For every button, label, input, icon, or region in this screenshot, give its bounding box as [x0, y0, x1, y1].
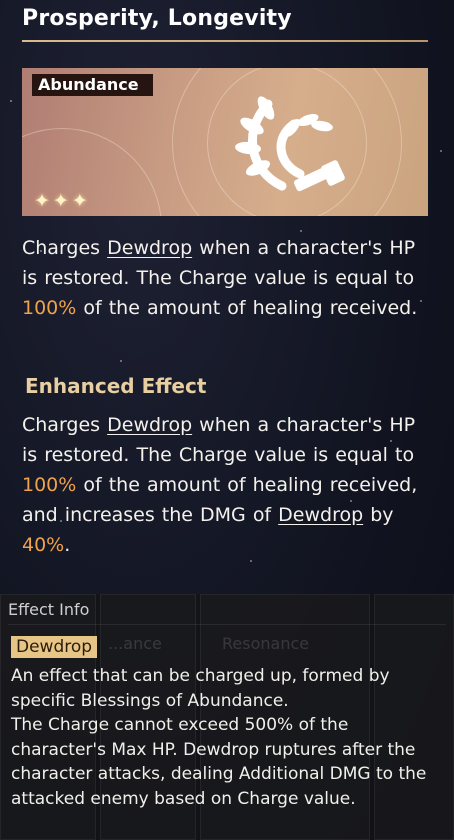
- abundance-laurel-icon: [235, 96, 345, 192]
- base-value: 100%: [22, 297, 77, 319]
- dewdrop-description: An effect that can be charged up, formed…: [11, 666, 427, 809]
- blessing-title: Prosperity, Longevity: [22, 6, 292, 31]
- dewdrop-keyword-link[interactable]: Dewdrop: [107, 414, 192, 436]
- rarity-stars: ✦✦✦: [34, 190, 91, 212]
- enhanced-value-charge: 100%: [22, 474, 77, 496]
- enhanced-value-dmg: 40%: [22, 534, 65, 556]
- dewdrop-term-tag: Dewdrop: [11, 636, 98, 658]
- dewdrop-keyword-link[interactable]: Dewdrop: [278, 504, 363, 526]
- background-tab-label: Resonance: [222, 634, 310, 653]
- path-tag: Abundance: [32, 74, 153, 96]
- base-effect-text: Charges Dewdrop when a character's HP is…: [22, 237, 418, 319]
- dewdrop-keyword-link[interactable]: Dewdrop: [107, 237, 192, 259]
- effect-info-divider: [8, 624, 446, 625]
- effect-info-label: Effect Info: [8, 600, 90, 619]
- enhanced-effect-heading: Enhanced Effect: [25, 374, 207, 398]
- enhanced-effect-text: Charges Dewdrop when a character's HP is…: [22, 414, 418, 556]
- title-divider: [22, 40, 428, 42]
- background-tab-label: ...ance: [108, 634, 162, 653]
- blessing-banner: Abundance ✦✦✦: [22, 68, 428, 216]
